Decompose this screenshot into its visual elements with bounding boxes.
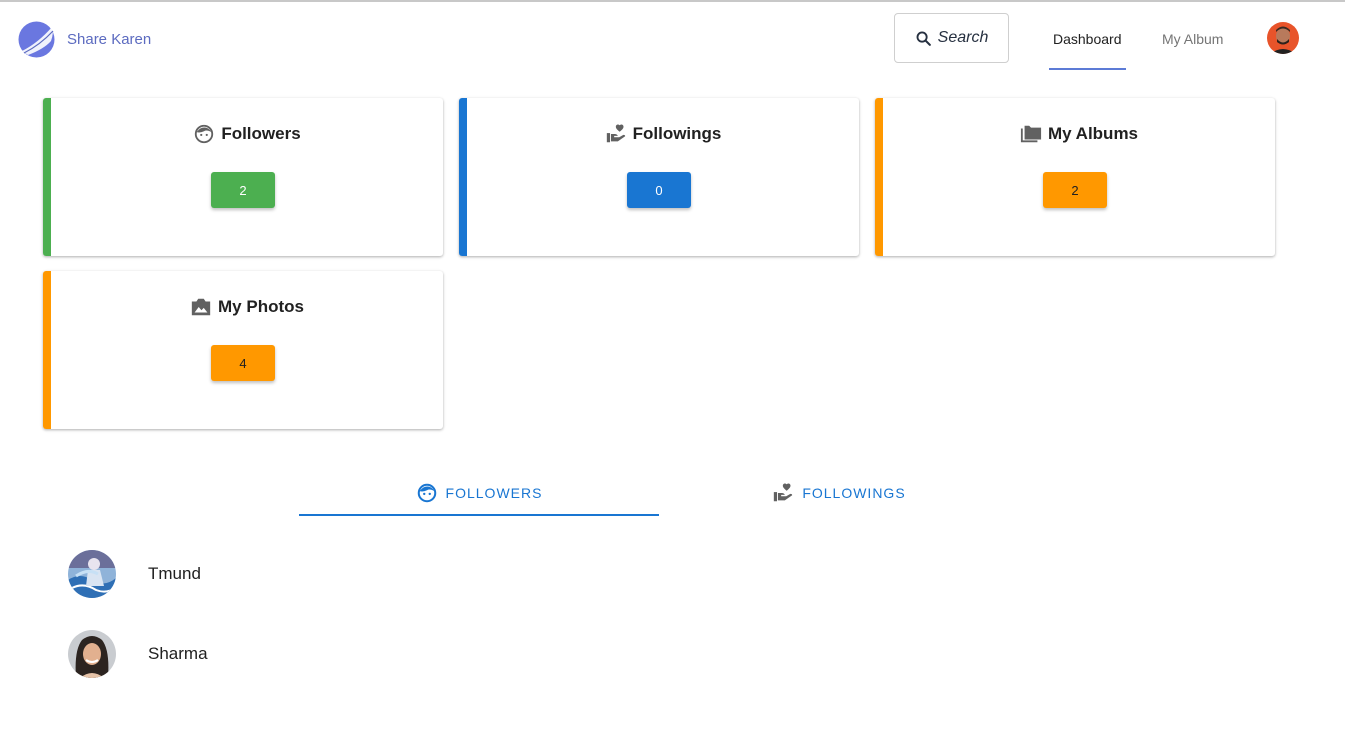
- card-accent-bar: [43, 271, 51, 429]
- search-icon: [916, 31, 931, 46]
- brand[interactable]: Share Karen: [18, 20, 151, 58]
- card-title-text: Followings: [632, 124, 722, 143]
- tab-followings[interactable]: FOLLOWINGS: [659, 470, 1019, 516]
- avatar-image: [68, 630, 116, 678]
- tab-label: FOLLOWERS: [445, 485, 543, 501]
- list-item-name: Sharma: [148, 644, 208, 663]
- tab-active-indicator: [299, 514, 659, 516]
- avatar: [68, 550, 116, 598]
- app-header: Share Karen Search Dashboard My Album: [0, 2, 1345, 78]
- stat-card-photos: My Photos 4: [43, 271, 443, 429]
- list-item-name: Tmund: [148, 564, 201, 583]
- search-label: Search: [937, 29, 989, 46]
- user-avatar[interactable]: [1267, 22, 1299, 54]
- face-icon: [417, 483, 436, 503]
- folders-icon: [1020, 125, 1042, 143]
- camera-photo-icon: [191, 298, 211, 316]
- card-title-text: My Photos: [218, 297, 304, 316]
- tab-followers[interactable]: FOLLOWERS: [299, 470, 659, 516]
- followers-count-button[interactable]: 2: [211, 172, 275, 208]
- card-title-text: My Albums: [1047, 124, 1139, 143]
- card-title: My Albums: [883, 123, 1275, 145]
- card-accent-bar: [875, 98, 883, 256]
- tab-label: FOLLOWINGS: [802, 485, 906, 501]
- photos-count-button[interactable]: 4: [211, 345, 275, 381]
- user-avatar-image: [1267, 22, 1299, 54]
- face-icon: [195, 124, 214, 144]
- card-title-text: Followers: [221, 124, 301, 143]
- volunteer-heart-icon: [774, 483, 793, 502]
- brand-name: Share Karen: [67, 30, 152, 48]
- stat-card-followings: Followings 0: [459, 98, 859, 256]
- nav-active-indicator: [1049, 68, 1126, 70]
- card-title: Followers: [51, 123, 443, 145]
- albums-count-button[interactable]: 2: [1043, 172, 1107, 208]
- followings-count-button[interactable]: 0: [627, 172, 691, 208]
- nav-my-album[interactable]: My Album: [1162, 31, 1223, 47]
- card-title: My Photos: [51, 296, 443, 318]
- list-item[interactable]: Tmund: [68, 550, 201, 598]
- card-accent-bar: [459, 98, 467, 256]
- stat-card-followers: Followers 2: [43, 98, 443, 256]
- stat-card-albums: My Albums 2: [875, 98, 1275, 256]
- nav-dashboard[interactable]: Dashboard: [1053, 31, 1122, 47]
- avatar: [68, 630, 116, 678]
- card-accent-bar: [43, 98, 51, 256]
- list-item[interactable]: Sharma: [68, 630, 208, 678]
- avatar-image: [68, 550, 116, 598]
- search-button[interactable]: Search: [894, 13, 1009, 63]
- brand-logo-icon: [18, 21, 55, 57]
- card-title: Followings: [467, 123, 859, 145]
- volunteer-heart-icon: [606, 124, 625, 143]
